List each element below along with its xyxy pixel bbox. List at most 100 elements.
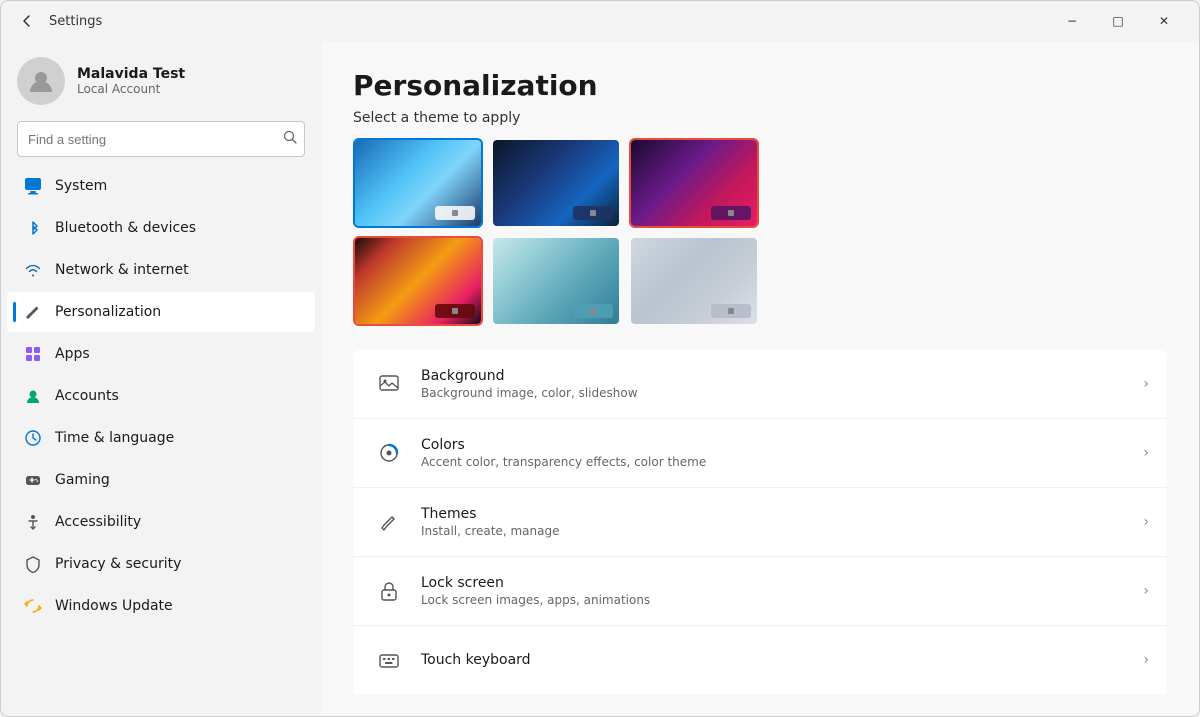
nav-item-update[interactable]: Windows Update <box>7 586 315 626</box>
nav-item-privacy[interactable]: Privacy & security <box>7 544 315 584</box>
theme-2-preview <box>493 140 619 226</box>
personalization-icon <box>23 302 43 322</box>
user-name: Malavida Test <box>77 66 185 82</box>
colors-desc: Accent color, transparency effects, colo… <box>421 455 1143 469</box>
theme-card-5[interactable] <box>491 236 621 326</box>
theme-card-4[interactable] <box>353 236 483 326</box>
privacy-icon <box>23 554 43 574</box>
theme-2-taskbar <box>573 206 613 220</box>
main-content: Personalization Select a theme to apply <box>321 41 1199 716</box>
theme-card-2[interactable] <box>491 138 621 228</box>
background-icon <box>371 366 407 402</box>
theme-3-taskbar <box>711 206 751 220</box>
nav-item-apps[interactable]: Apps <box>7 334 315 374</box>
network-icon <box>23 260 43 280</box>
settings-window: Settings − □ ✕ Malavida Test Local Accou… <box>0 0 1200 717</box>
theme-4-preview <box>355 238 481 324</box>
update-icon <box>23 596 43 616</box>
theme-2-taskbar-dot <box>590 210 596 216</box>
colors-chevron: › <box>1143 445 1149 461</box>
page-title: Personalization <box>353 69 1167 102</box>
close-button[interactable]: ✕ <box>1141 5 1187 37</box>
gaming-label: Gaming <box>55 472 110 488</box>
theme-5-taskbar <box>573 304 613 318</box>
accessibility-icon <box>23 512 43 532</box>
touchkeyboard-icon <box>371 642 407 678</box>
lockscreen-chevron: › <box>1143 583 1149 599</box>
minimize-button[interactable]: − <box>1049 5 1095 37</box>
lockscreen-icon <box>371 573 407 609</box>
theme-4-taskbar-dot <box>452 308 458 314</box>
content-area: Malavida Test Local Account <box>1 41 1199 716</box>
personalization-label: Personalization <box>55 304 161 320</box>
theme-1-taskbar-dot <box>452 210 458 216</box>
time-icon <box>23 428 43 448</box>
colors-text: Colors Accent color, transparency effect… <box>421 437 1143 469</box>
touchkeyboard-title: Touch keyboard <box>421 652 1143 668</box>
lockscreen-desc: Lock screen images, apps, animations <box>421 593 1143 607</box>
time-label: Time & language <box>55 430 174 446</box>
colors-icon <box>371 435 407 471</box>
theme-card-1[interactable] <box>353 138 483 228</box>
theme-6-taskbar <box>711 304 751 318</box>
nav-item-accounts[interactable]: Accounts <box>7 376 315 416</box>
theme-card-6[interactable] <box>629 236 759 326</box>
background-chevron: › <box>1143 376 1149 392</box>
search-input[interactable] <box>17 121 305 157</box>
system-icon <box>23 176 43 196</box>
theme-card-3[interactable] <box>629 138 759 228</box>
update-label: Windows Update <box>55 598 173 614</box>
titlebar: Settings − □ ✕ <box>1 1 1199 41</box>
apps-label: Apps <box>55 346 90 362</box>
network-label: Network & internet <box>55 262 189 278</box>
themes-text: Themes Install, create, manage <box>421 506 1143 538</box>
accounts-icon <box>23 386 43 406</box>
theme-1-taskbar <box>435 206 475 220</box>
theme-section-label: Select a theme to apply <box>353 110 1167 126</box>
bluetooth-icon <box>23 218 43 238</box>
lockscreen-title: Lock screen <box>421 575 1143 591</box>
nav-item-time[interactable]: Time & language <box>7 418 315 458</box>
window-controls: − □ ✕ <box>1049 5 1187 37</box>
search-box <box>17 121 305 157</box>
settings-item-colors[interactable]: Colors Accent color, transparency effect… <box>353 419 1167 488</box>
theme-5-preview <box>493 238 619 324</box>
nav-item-system[interactable]: System <box>7 166 315 206</box>
themes-desc: Install, create, manage <box>421 524 1143 538</box>
user-section: Malavida Test Local Account <box>1 41 321 117</box>
settings-item-touchkeyboard[interactable]: Touch keyboard › <box>353 626 1167 694</box>
themes-icon <box>371 504 407 540</box>
bluetooth-label: Bluetooth & devices <box>55 220 196 236</box>
avatar <box>17 57 65 105</box>
theme-3-taskbar-dot <box>728 210 734 216</box>
settings-item-background[interactable]: Background Background image, color, slid… <box>353 350 1167 419</box>
nav-item-network[interactable]: Network & internet <box>7 250 315 290</box>
sidebar: Malavida Test Local Account <box>1 41 321 716</box>
maximize-button[interactable]: □ <box>1095 5 1141 37</box>
nav-item-personalization[interactable]: Personalization <box>7 292 315 332</box>
settings-item-lockscreen[interactable]: Lock screen Lock screen images, apps, an… <box>353 557 1167 626</box>
theme-5-taskbar-dot <box>590 308 596 314</box>
user-info: Malavida Test Local Account <box>77 66 185 96</box>
nav-item-gaming[interactable]: Gaming <box>7 460 315 500</box>
themes-chevron: › <box>1143 514 1149 530</box>
colors-title: Colors <box>421 437 1143 453</box>
theme-1-preview <box>355 140 481 226</box>
theme-4-taskbar <box>435 304 475 318</box>
nav-item-accessibility[interactable]: Accessibility <box>7 502 315 542</box>
privacy-label: Privacy & security <box>55 556 181 572</box>
touchkeyboard-chevron: › <box>1143 652 1149 668</box>
theme-6-preview <box>631 238 757 324</box>
apps-icon <box>23 344 43 364</box>
themes-title: Themes <box>421 506 1143 522</box>
search-icon <box>283 130 297 148</box>
settings-item-themes[interactable]: Themes Install, create, manage › <box>353 488 1167 557</box>
themes-grid <box>353 138 1167 326</box>
lockscreen-text: Lock screen Lock screen images, apps, an… <box>421 575 1143 607</box>
back-button[interactable] <box>13 7 41 35</box>
background-text: Background Background image, color, slid… <box>421 368 1143 400</box>
accessibility-label: Accessibility <box>55 514 141 530</box>
accounts-label: Accounts <box>55 388 119 404</box>
gaming-icon <box>23 470 43 490</box>
nav-item-bluetooth[interactable]: Bluetooth & devices <box>7 208 315 248</box>
